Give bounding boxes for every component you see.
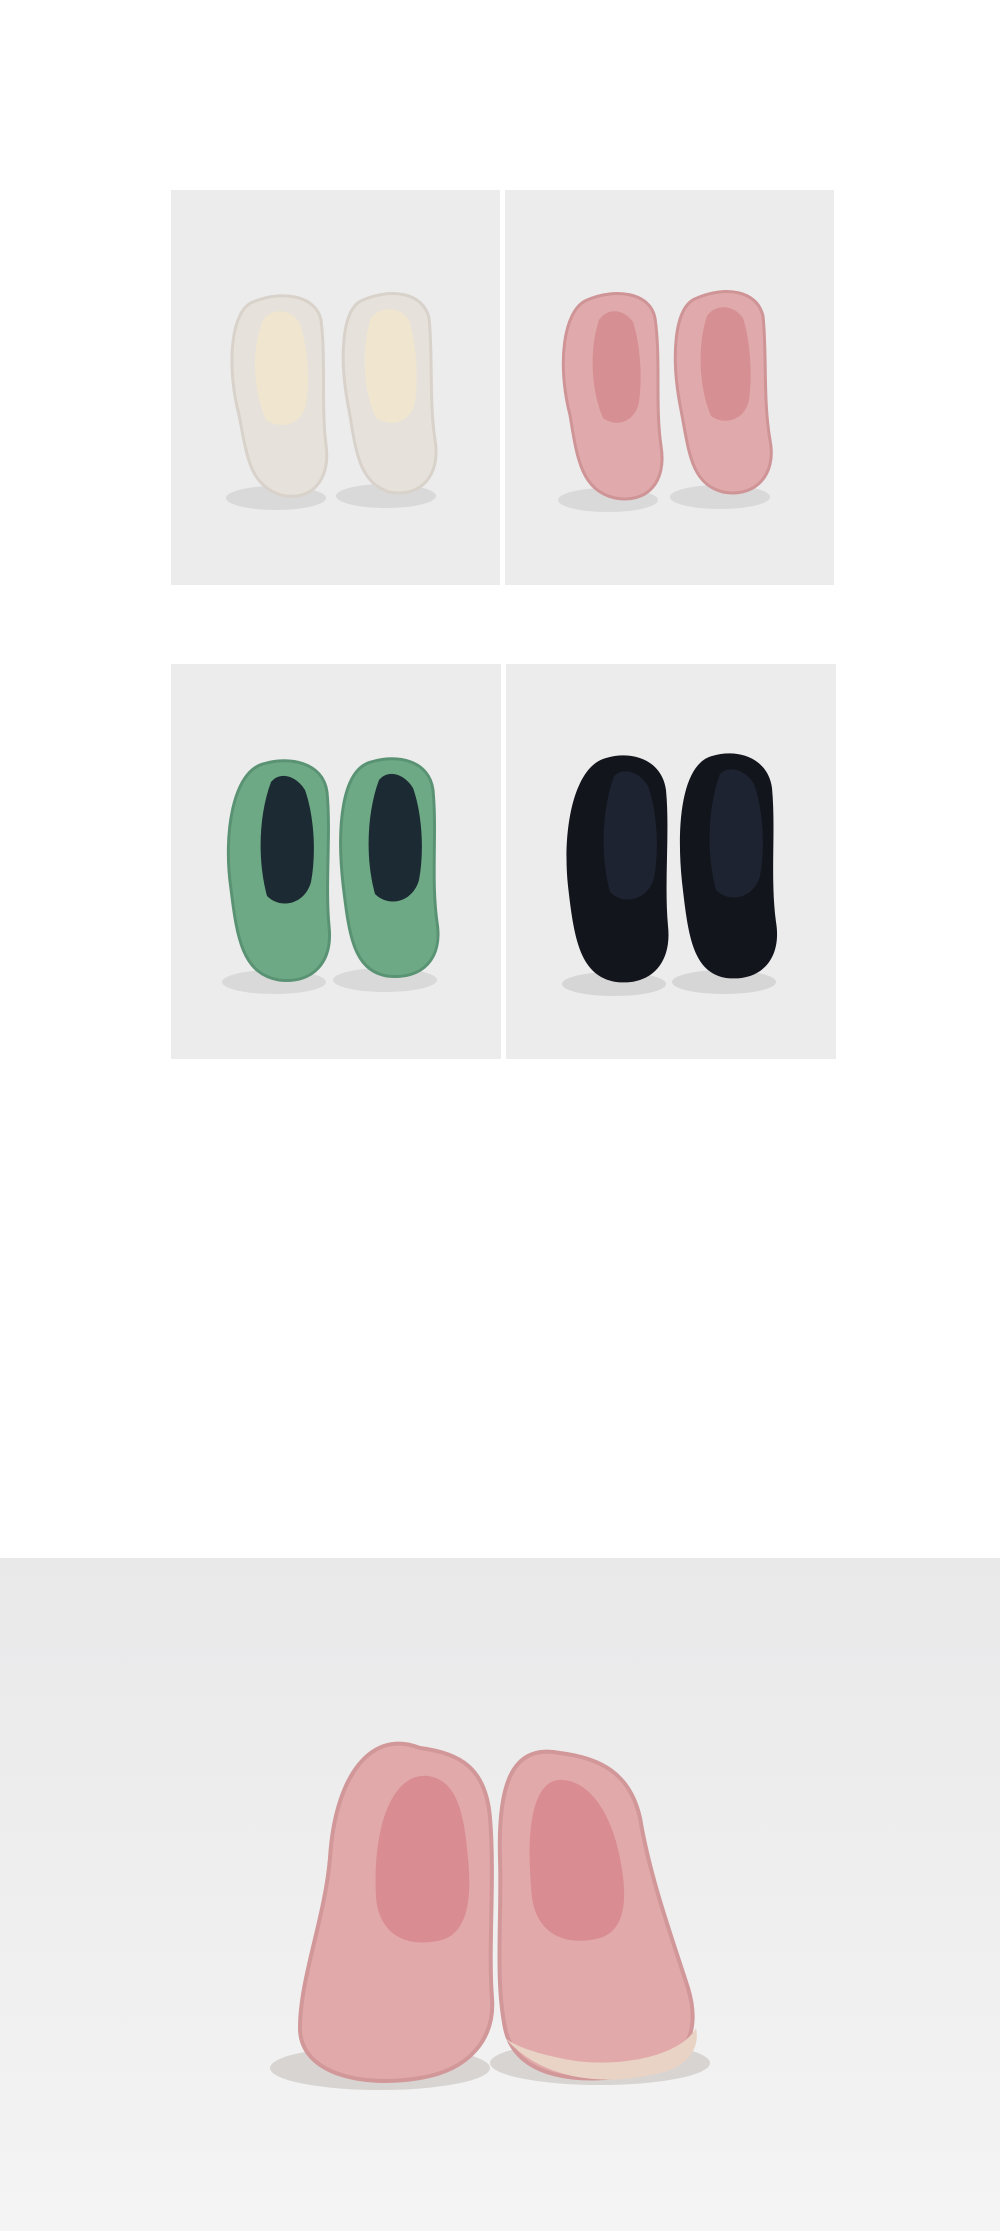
slippers-ivory-image	[171, 190, 500, 585]
slippers-pink-closeup-image	[0, 1558, 1000, 2231]
slippers-green-image	[171, 664, 501, 1059]
swatch-photo-black	[506, 664, 836, 1059]
slippers-black-image	[506, 664, 836, 1059]
swatch-photo-ivory	[171, 190, 500, 585]
swatch-photo-pink	[505, 190, 834, 585]
hero-photo-pink	[0, 1558, 1000, 2231]
swatch-photo-green	[171, 664, 501, 1059]
slippers-pink-image	[505, 190, 834, 585]
